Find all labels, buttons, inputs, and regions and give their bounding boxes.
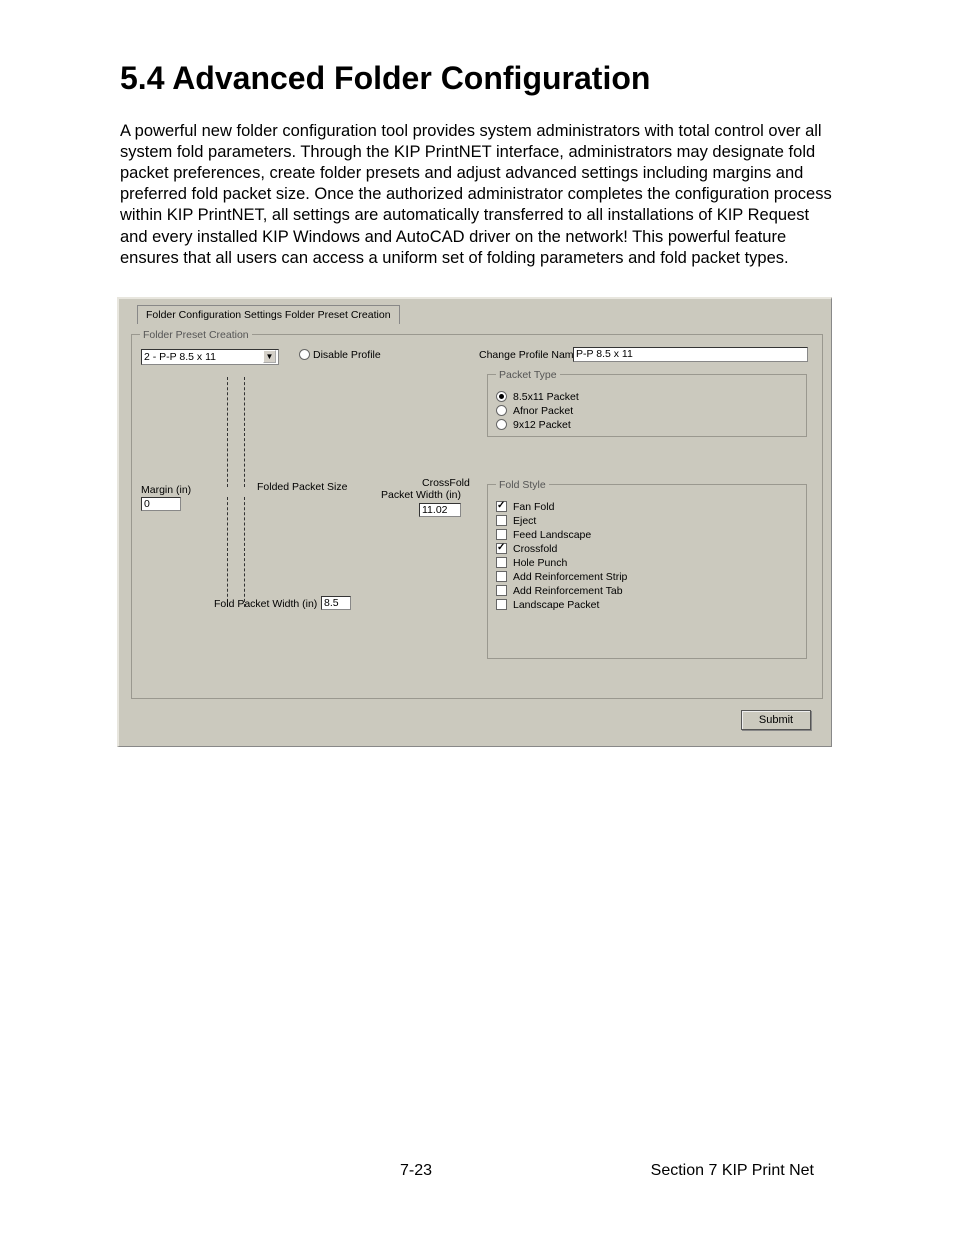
checkbox-icon [496, 599, 507, 610]
crossfold-label: CrossFold [422, 477, 470, 489]
fold-line-icon [244, 377, 245, 487]
fold-line-icon [244, 497, 245, 607]
footer-page-number: 7-23 [400, 1162, 432, 1180]
change-profile-name-label: Change Profile Name: [479, 349, 582, 361]
checkbox-icon [496, 543, 507, 554]
packet-type-legend: Packet Type [496, 369, 560, 381]
fold-style-crossfold[interactable]: Crossfold [496, 543, 798, 555]
fold-packet-width-input[interactable]: 8.5 [321, 596, 351, 610]
fold-style-feed-landscape[interactable]: Feed Landscape [496, 529, 798, 541]
folder-preset-creation-legend: Folder Preset Creation [140, 329, 252, 341]
footer-section-label: Section 7 KIP Print Net [651, 1162, 814, 1180]
checkbox-icon [496, 515, 507, 526]
fold-style-fan-fold[interactable]: Fan Fold [496, 501, 798, 513]
crossfold-packet-width-label: Packet Width (in) [381, 489, 461, 501]
margin-label: Margin (in) [141, 484, 191, 496]
fold-style-group: Fold Style Fan Fold Eject Feed Landscape… [487, 479, 807, 659]
change-profile-name-input[interactable]: P-P 8.5 x 11 [573, 347, 808, 362]
page-footer: 7-23 Section 7 KIP Print Net [120, 1162, 834, 1180]
profile-select[interactable]: 2 - P-P 8.5 x 11 ▼ [141, 349, 279, 365]
fold-line-icon [227, 377, 228, 487]
packet-type-option-afnor[interactable]: Afnor Packet [496, 405, 798, 417]
crossfold-packet-width-input[interactable]: 11.02 [419, 503, 461, 517]
fold-style-reinforcement-strip[interactable]: Add Reinforcement Strip [496, 571, 798, 583]
packet-type-option-label: Afnor Packet [513, 405, 573, 417]
section-heading: 5.4 Advanced Folder Configuration [120, 60, 834, 97]
margin-input[interactable]: 0 [141, 497, 181, 511]
folded-packet-size-label: Folded Packet Size [257, 481, 347, 493]
fold-style-legend: Fold Style [496, 479, 549, 491]
packet-type-option-label: 9x12 Packet [513, 419, 571, 431]
disable-profile-radio-icon [299, 349, 310, 360]
fold-diagram [219, 377, 349, 617]
chevron-down-icon[interactable]: ▼ [263, 350, 276, 363]
submit-button[interactable]: Submit [741, 710, 811, 730]
checkbox-icon [496, 585, 507, 596]
checkbox-icon [496, 557, 507, 568]
fold-style-landscape-packet[interactable]: Landscape Packet [496, 599, 798, 611]
fold-style-reinforcement-tab[interactable]: Add Reinforcement Tab [496, 585, 798, 597]
fold-line-icon [227, 497, 228, 607]
checkbox-icon [496, 529, 507, 540]
packet-type-option-label: 8.5x11 Packet [513, 391, 579, 403]
intro-paragraph: A powerful new folder configuration tool… [120, 121, 834, 269]
disable-profile-checkbox[interactable]: Disable Profile [299, 349, 381, 361]
fold-packet-width-label: Fold Packet Width (in) [214, 598, 317, 610]
radio-icon [496, 391, 507, 402]
radio-icon [496, 405, 507, 416]
disable-profile-label: Disable Profile [313, 349, 381, 361]
config-screenshot: Folder Configuration Settings Folder Pre… [117, 297, 832, 747]
fold-style-eject[interactable]: Eject [496, 515, 798, 527]
packet-type-group: Packet Type 8.5x11 Packet Afnor Packet 9… [487, 369, 807, 437]
checkbox-icon [496, 571, 507, 582]
radio-icon [496, 419, 507, 430]
packet-type-option-9x12[interactable]: 9x12 Packet [496, 419, 798, 431]
fold-style-hole-punch[interactable]: Hole Punch [496, 557, 798, 569]
packet-type-option-85x11[interactable]: 8.5x11 Packet [496, 391, 798, 403]
profile-select-value: 2 - P-P 8.5 x 11 [144, 350, 216, 364]
checkbox-icon [496, 501, 507, 512]
tab-folder-preset-creation[interactable]: Folder Configuration Settings Folder Pre… [137, 305, 400, 324]
